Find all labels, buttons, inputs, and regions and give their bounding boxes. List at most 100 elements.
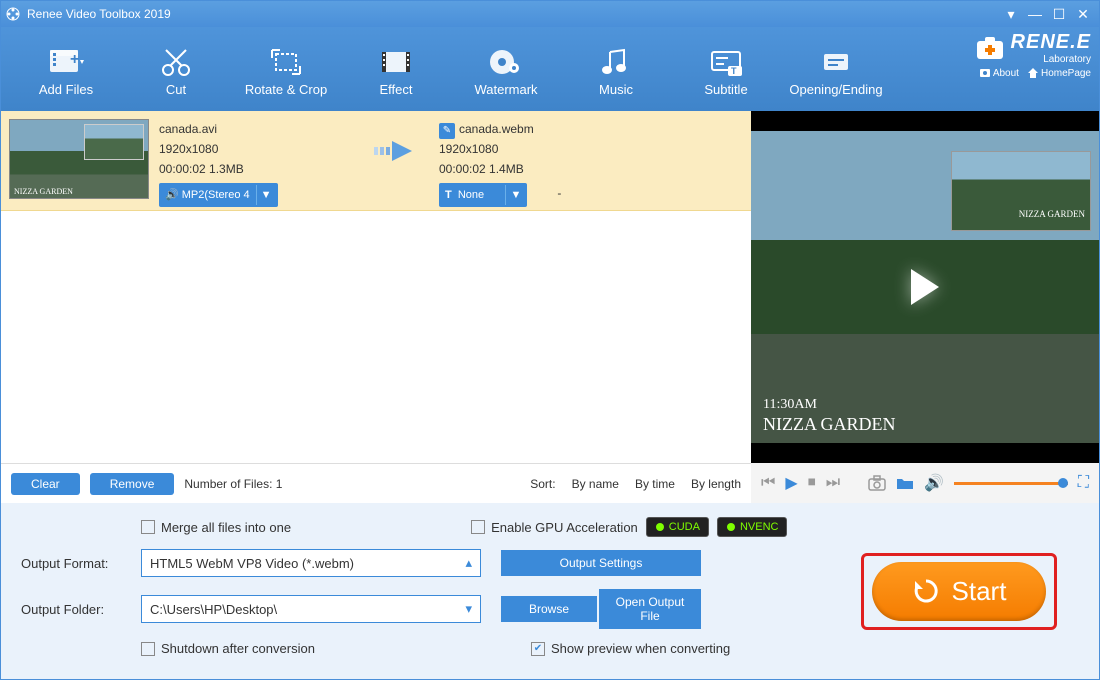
dest-resolution: 1920x1080	[439, 139, 659, 159]
open-folder-button[interactable]	[896, 476, 914, 490]
about-link[interactable]: About	[979, 67, 1019, 79]
file-count-label: Number of Files: 1	[184, 477, 282, 491]
subtitle-track-dropdown[interactable]: T None ▼	[439, 183, 527, 207]
window-maximize[interactable]: ☐	[1047, 6, 1071, 23]
watermark-label: Watermark	[474, 82, 537, 97]
music-button[interactable]: Music	[561, 42, 671, 97]
dest-duration-size: 00:00:02 1.4MB	[439, 159, 659, 179]
add-files-label: Add Files	[39, 82, 93, 97]
main-row: NIZZA GARDEN canada.avi 1920x1080 00:00:…	[1, 111, 1099, 463]
merge-checkbox[interactable]	[141, 520, 155, 534]
play-button[interactable]: ▶	[785, 473, 797, 493]
chevron-up-icon: ▴	[465, 555, 472, 571]
output-format-dropdown[interactable]: HTML5 WebM VP8 Video (*.webm) ▴	[141, 549, 481, 577]
cut-icon	[121, 42, 231, 82]
list-controls: Clear Remove Number of Files: 1 Sort: By…	[1, 463, 751, 503]
browse-button[interactable]: Browse	[501, 596, 597, 622]
homepage-link[interactable]: HomePage	[1027, 67, 1091, 79]
app-logo-icon	[5, 6, 21, 22]
chevron-down-icon: ▼	[256, 185, 272, 205]
clear-button[interactable]: Clear	[11, 473, 80, 495]
remove-button[interactable]: Remove	[90, 473, 175, 495]
bottom-panel: Merge all files into one Enable GPU Acce…	[1, 503, 1099, 679]
speaker-icon: 🔊	[165, 185, 179, 205]
watermark-button[interactable]: Watermark	[451, 42, 561, 97]
titlebar: Renee Video Toolbox 2019 ▾ — ☐ ✕	[1, 1, 1099, 27]
volume-icon[interactable]: 🔊	[924, 473, 944, 493]
subtitle-icon: T	[671, 42, 781, 82]
controls-row: Clear Remove Number of Files: 1 Sort: By…	[1, 463, 1099, 503]
next-button[interactable]: ⏭	[826, 474, 840, 492]
window-close[interactable]: ✕	[1071, 6, 1095, 23]
gpu-checkbox[interactable]	[471, 520, 485, 534]
show-preview-label: Show preview when converting	[551, 641, 730, 656]
audio-track-dropdown[interactable]: 🔊 MP2(Stereo 4▼	[159, 183, 278, 207]
output-format-label: Output Format:	[21, 556, 141, 571]
prev-button[interactable]: ⏮	[761, 474, 775, 492]
fullscreen-button[interactable]: ⛶	[1078, 474, 1089, 492]
music-label: Music	[599, 82, 633, 97]
svg-text:+: +	[70, 51, 79, 68]
rotate-crop-button[interactable]: Rotate & Crop	[231, 42, 341, 97]
chevron-down-icon: ▾	[465, 601, 472, 617]
volume-slider[interactable]	[954, 482, 1068, 485]
stop-button[interactable]: ⏹	[808, 474, 816, 492]
opening-ending-label: Opening/Ending	[789, 82, 882, 97]
brand-medkit-icon	[975, 35, 1005, 61]
show-preview-checkbox[interactable]: ✔	[531, 642, 545, 656]
effect-icon	[341, 42, 451, 82]
cuda-badge: CUDA	[646, 517, 709, 537]
edit-icon[interactable]: ✎	[439, 123, 455, 139]
source-resolution: 1920x1080	[159, 139, 359, 159]
sort-by-time[interactable]: By time	[635, 477, 675, 491]
preview-time-text: 11:30AM	[763, 397, 817, 413]
sort-by-length[interactable]: By length	[691, 477, 741, 491]
merge-label: Merge all files into one	[161, 520, 291, 535]
gpu-label: Enable GPU Acceleration	[491, 520, 638, 535]
shutdown-checkbox[interactable]	[141, 642, 155, 656]
chevron-down-icon: ▼	[505, 185, 521, 205]
source-filename: canada.avi	[159, 119, 359, 139]
sort-label: Sort:	[530, 477, 555, 491]
file-row[interactable]: NIZZA GARDEN canada.avi 1920x1080 00:00:…	[1, 111, 751, 211]
subtitle-t-icon: T	[445, 185, 452, 205]
cut-button[interactable]: Cut	[121, 42, 231, 97]
main-toolbar: + Add Files Cut Rotate & Crop Effect Wat…	[1, 27, 1099, 111]
preview-pip-caption: NIZZA GARDEN	[1019, 209, 1085, 219]
window-minimize[interactable]: —	[1023, 6, 1047, 22]
output-folder-dropdown[interactable]: C:\Users\HP\Desktop\ ▾	[141, 595, 481, 623]
opening-ending-icon	[781, 42, 891, 82]
brand-sub: Laboratory	[1011, 54, 1091, 65]
rotate-crop-label: Rotate & Crop	[245, 82, 327, 97]
brand-logo: RENE.E	[1011, 31, 1091, 54]
start-button[interactable]: Start	[872, 562, 1047, 621]
dest-filename: canada.webm	[459, 122, 534, 136]
shutdown-label: Shutdown after conversion	[161, 641, 315, 656]
add-files-icon: +	[11, 42, 121, 82]
nvenc-badge: NVENC	[717, 517, 788, 537]
music-icon	[561, 42, 671, 82]
subtitle-button[interactable]: T Subtitle	[671, 42, 781, 97]
effect-label: Effect	[379, 82, 412, 97]
start-highlight: Start	[861, 553, 1058, 630]
file-list: NIZZA GARDEN canada.avi 1920x1080 00:00:…	[1, 111, 751, 463]
refresh-icon	[912, 577, 940, 605]
player-controls: ⏮ ▶ ⏹ ⏭ 🔊 ⛶	[751, 463, 1099, 503]
window-title: Renee Video Toolbox 2019	[27, 7, 999, 21]
effect-button[interactable]: Effect	[341, 42, 451, 97]
source-thumbnail: NIZZA GARDEN	[9, 119, 149, 199]
play-overlay-icon[interactable]	[911, 269, 939, 305]
snapshot-button[interactable]	[868, 475, 886, 491]
window-menu-dropdown[interactable]: ▾	[999, 6, 1023, 23]
sort-by-name[interactable]: By name	[572, 477, 619, 491]
subtitle-label: Subtitle	[704, 82, 747, 97]
opening-ending-button[interactable]: Opening/Ending	[781, 42, 891, 97]
preview-caption: NIZZA GARDEN	[763, 414, 896, 435]
output-settings-button[interactable]: Output Settings	[501, 550, 701, 576]
conversion-arrow-icon	[369, 139, 429, 163]
output-folder-label: Output Folder:	[21, 602, 141, 617]
open-output-folder-button[interactable]: Open Output File	[599, 589, 701, 629]
brand-block: RENE.E Laboratory About HomePage	[975, 31, 1091, 79]
preview-pane: NIZZA GARDEN 11:30AM NIZZA GARDEN	[751, 111, 1099, 463]
add-files-button[interactable]: + Add Files	[11, 42, 121, 97]
